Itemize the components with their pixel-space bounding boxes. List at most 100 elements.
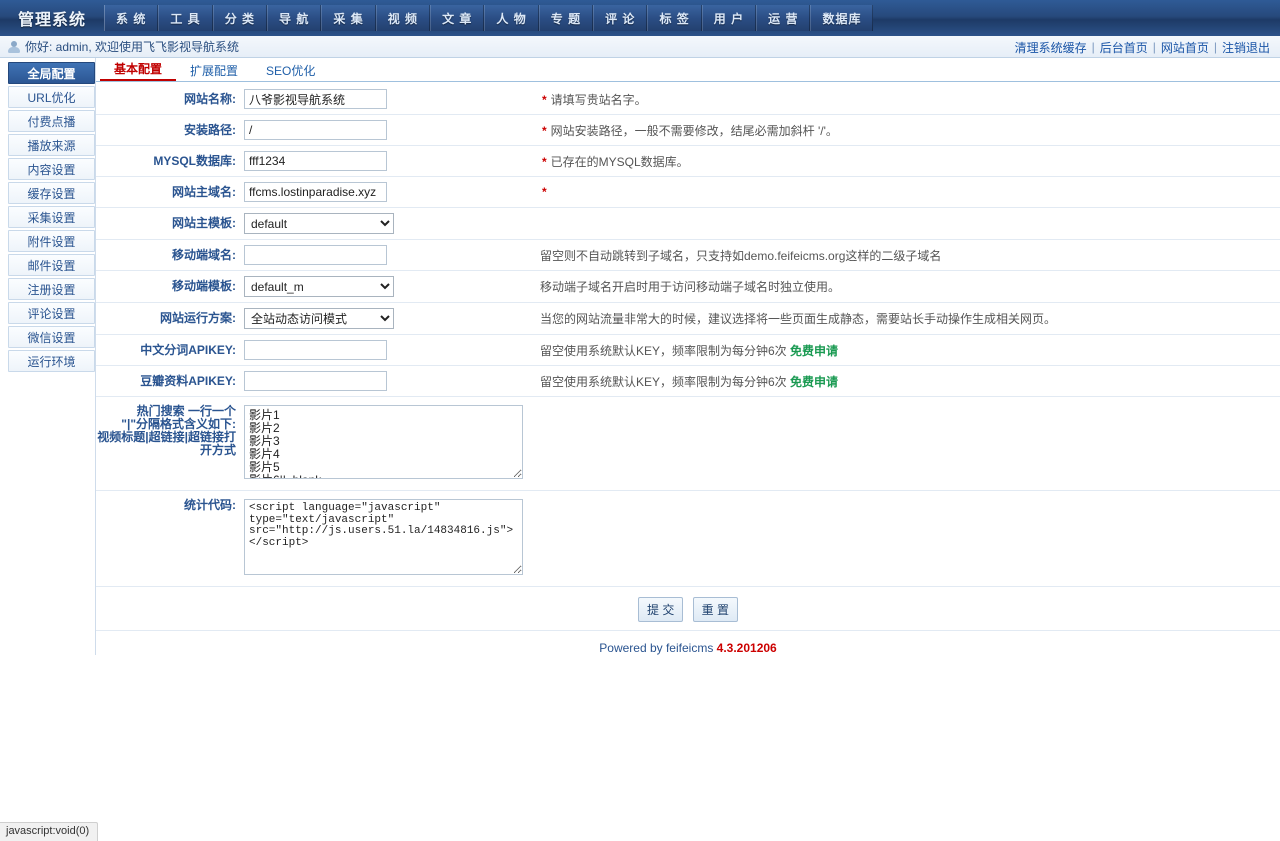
install-path-tip: 网站安装路径，一般不需要修改，结尾必需加斜杆 '/'。 xyxy=(550,123,838,138)
nav-item-collect[interactable]: 采 集 xyxy=(321,5,376,31)
main-template-select[interactable]: default xyxy=(244,213,394,234)
sidebar-item-runtime-env[interactable]: 运行环境 xyxy=(8,350,95,372)
form-row-main-template: 网站主模板: default xyxy=(96,208,1280,240)
install-path-input[interactable] xyxy=(244,120,387,140)
sidebar-item-paid-play[interactable]: 付费点播 xyxy=(8,110,95,132)
form-row-run-mode: 网站运行方案: 全站动态访问模式 当您的网站流量非常大的时候，建议选择将一些页面… xyxy=(96,303,1280,335)
site-name-tip: 请填写贵站名字。 xyxy=(550,92,647,107)
run-mode-select[interactable]: 全站动态访问模式 xyxy=(244,308,394,329)
form-row-stat-code: 统计代码: <script language="javascript" type… xyxy=(96,491,1280,587)
main-navigation: 系 统 工 具 分 类 导 航 采 集 视 频 文 章 人 物 专 题 评 论 … xyxy=(104,5,874,31)
mobile-domain-input[interactable] xyxy=(244,245,387,265)
form-row-mobile-domain: 移动端域名: 留空则不自动跳转到子域名，只支持如demo.feifeicms.o… xyxy=(96,240,1280,271)
nav-item-tag[interactable]: 标 签 xyxy=(647,5,702,31)
link-separator: | xyxy=(1152,40,1156,54)
douban-apikey-tip: 留空使用系统默认KEY，频率限制为每分钟6次 xyxy=(540,374,787,389)
douban-apikey-input[interactable] xyxy=(244,371,387,391)
cn-word-apikey-tip: 留空使用系统默认KEY，频率限制为每分钟6次 xyxy=(540,343,787,358)
main-template-label: 网站主模板: xyxy=(172,216,236,230)
mysql-db-required-mark: * xyxy=(542,154,547,169)
main-domain-label: 网站主域名: xyxy=(172,184,236,199)
form-row-douban-apikey: 豆瓣资料APIKEY: 留空使用系统默认KEY，频率限制为每分钟6次 免费申请 xyxy=(96,366,1280,397)
hot-search-label-line3: 视频标题|超链接|超链接打开方式 xyxy=(97,430,236,457)
run-mode-tip: 当您的网站流量非常大的时候，建议选择将一些页面生成静态，需要站长手动操作生成相关… xyxy=(540,312,1057,326)
mysql-db-tip: 已存在的MYSQL数据库。 xyxy=(550,154,689,169)
tab-seo-optimize[interactable]: SEO优化 xyxy=(252,63,329,81)
sidebar-item-collect[interactable]: 采集设置 xyxy=(8,206,95,228)
reset-button[interactable]: 重 置 xyxy=(692,597,739,622)
sidebar-item-wechat[interactable]: 微信设置 xyxy=(8,326,95,348)
sidebar-item-url-optimize[interactable]: URL优化 xyxy=(8,86,95,108)
footer: Powered by feifeicms 4.3.201206 xyxy=(96,631,1280,655)
sidebar: 全局配置 URL优化 付费点播 播放来源 内容设置 缓存设置 采集设置 附件设置… xyxy=(0,58,95,374)
user-icon xyxy=(8,40,20,53)
link-separator: | xyxy=(1091,40,1095,54)
nav-item-tools[interactable]: 工 具 xyxy=(158,5,213,31)
sidebar-item-play-source[interactable]: 播放来源 xyxy=(8,134,95,156)
nav-item-video[interactable]: 视 频 xyxy=(375,5,431,31)
form-row-install-path: 安装路径: *网站安装路径，一般不需要修改，结尾必需加斜杆 '/'。 xyxy=(96,115,1280,146)
nav-item-database[interactable]: 数据库 xyxy=(810,5,874,31)
nav-item-operation[interactable]: 运 营 xyxy=(756,5,811,31)
main-domain-required-mark: * xyxy=(542,185,547,199)
run-mode-label: 网站运行方案: xyxy=(160,311,236,325)
cn-word-apikey-label: 中文分词APIKEY: xyxy=(140,342,236,357)
nav-item-comment[interactable]: 评 论 xyxy=(593,5,648,31)
mobile-template-select[interactable]: default_m xyxy=(244,276,394,297)
cn-word-apikey-apply-link[interactable]: 免费申请 xyxy=(790,344,838,358)
nav-item-user[interactable]: 用 户 xyxy=(701,5,757,31)
logout-link[interactable]: 注销退出 xyxy=(1222,39,1270,56)
hot-search-label: 热门搜索 一行一个 "|"分隔格式含义如下: 视频标题|超链接|超链接打开方式 xyxy=(96,397,244,491)
status-bar: javascript:void(0) xyxy=(0,822,99,841)
mobile-domain-tip: 留空则不自动跳转到子域名，只支持如demo.feifeicms.org这样的二级… xyxy=(540,248,942,263)
nav-item-person[interactable]: 人 物 xyxy=(484,5,539,31)
quick-links: 清理系统缓存 | 后台首页 | 网站首页 | 注销退出 xyxy=(1015,36,1270,58)
cn-word-apikey-input[interactable] xyxy=(244,340,387,360)
footer-version: 4.3.201206 xyxy=(716,641,777,655)
sidebar-item-cache[interactable]: 缓存设置 xyxy=(8,182,95,204)
sidebar-item-content[interactable]: 内容设置 xyxy=(8,158,95,180)
footer-powered-by: Powered by feifeicms xyxy=(599,641,714,655)
main-domain-input[interactable] xyxy=(244,182,387,202)
page-body: 全局配置 URL优化 付费点播 播放来源 内容设置 缓存设置 采集设置 附件设置… xyxy=(0,58,1280,655)
tab-basic-config[interactable]: 基本配置 xyxy=(100,61,177,81)
form-row-hot-search: 热门搜索 一行一个 "|"分隔格式含义如下: 视频标题|超链接|超链接打开方式 … xyxy=(96,397,1280,491)
form-row-main-domain: 网站主域名: * xyxy=(96,177,1280,208)
form-row-mobile-template: 移动端模板: default_m 移动端子域名开启时用于访问移动端子域名时独立使… xyxy=(96,271,1280,303)
sidebar-item-mail[interactable]: 邮件设置 xyxy=(8,254,95,276)
mysql-db-label: MYSQL数据库: xyxy=(153,153,236,168)
sidebar-item-attachment[interactable]: 附件设置 xyxy=(8,230,95,252)
site-home-link[interactable]: 网站首页 xyxy=(1161,39,1209,56)
douban-apikey-apply-link[interactable]: 免费申请 xyxy=(790,375,838,389)
site-name-input[interactable] xyxy=(244,89,387,109)
install-path-required-mark: * xyxy=(542,123,547,138)
tab-extended-config[interactable]: 扩展配置 xyxy=(176,63,252,81)
clear-cache-link[interactable]: 清理系统缓存 xyxy=(1015,39,1087,56)
form-row-mysql-db: MYSQL数据库: *已存在的MYSQL数据库。 xyxy=(96,146,1280,177)
mysql-db-input[interactable] xyxy=(244,151,387,171)
form-row-cn-word-apikey: 中文分词APIKEY: 留空使用系统默认KEY，频率限制为每分钟6次 免费申请 xyxy=(96,335,1280,366)
sidebar-item-global-config[interactable]: 全局配置 xyxy=(8,62,95,84)
douban-apikey-label: 豆瓣资料APIKEY: xyxy=(140,373,236,388)
stat-code-label: 统计代码: xyxy=(184,498,236,512)
site-name-label: 网站名称: xyxy=(184,91,236,106)
nav-item-topic[interactable]: 专 题 xyxy=(538,5,594,31)
admin-home-link[interactable]: 后台首页 xyxy=(1100,39,1148,56)
submit-button[interactable]: 提 交 xyxy=(637,597,684,622)
greeting-text: 你好: admin, 欢迎使用飞飞影视导航系统 xyxy=(25,40,240,54)
nav-item-navigation[interactable]: 导 航 xyxy=(267,5,322,31)
form-actions: 提 交 重 置 xyxy=(96,587,1280,630)
link-separator: | xyxy=(1213,40,1217,54)
greeting-bar: 你好: admin, 欢迎使用飞飞影视导航系统 清理系统缓存 | 后台首页 | … xyxy=(0,36,1280,58)
nav-item-article[interactable]: 文 章 xyxy=(430,5,485,31)
mobile-domain-label: 移动端域名: xyxy=(172,247,236,262)
hot-search-textarea[interactable]: 影片1 影片2 影片3 影片4 影片5 影片6||_blank xyxy=(244,405,523,479)
site-name-required-mark: * xyxy=(542,92,547,107)
sidebar-item-register[interactable]: 注册设置 xyxy=(8,278,95,300)
nav-item-system[interactable]: 系 统 xyxy=(104,5,159,31)
content-panel: 基本配置 扩展配置 SEO优化 网站名称: *请填写贵站名字。 安装路径: xyxy=(95,58,1280,655)
top-header-bar: 管理系统 系 统 工 具 分 类 导 航 采 集 视 频 文 章 人 物 专 题… xyxy=(0,0,1280,36)
stat-code-textarea[interactable]: <script language="javascript" type="text… xyxy=(244,499,523,575)
sidebar-item-comment[interactable]: 评论设置 xyxy=(8,302,95,324)
nav-item-category[interactable]: 分 类 xyxy=(212,5,268,31)
